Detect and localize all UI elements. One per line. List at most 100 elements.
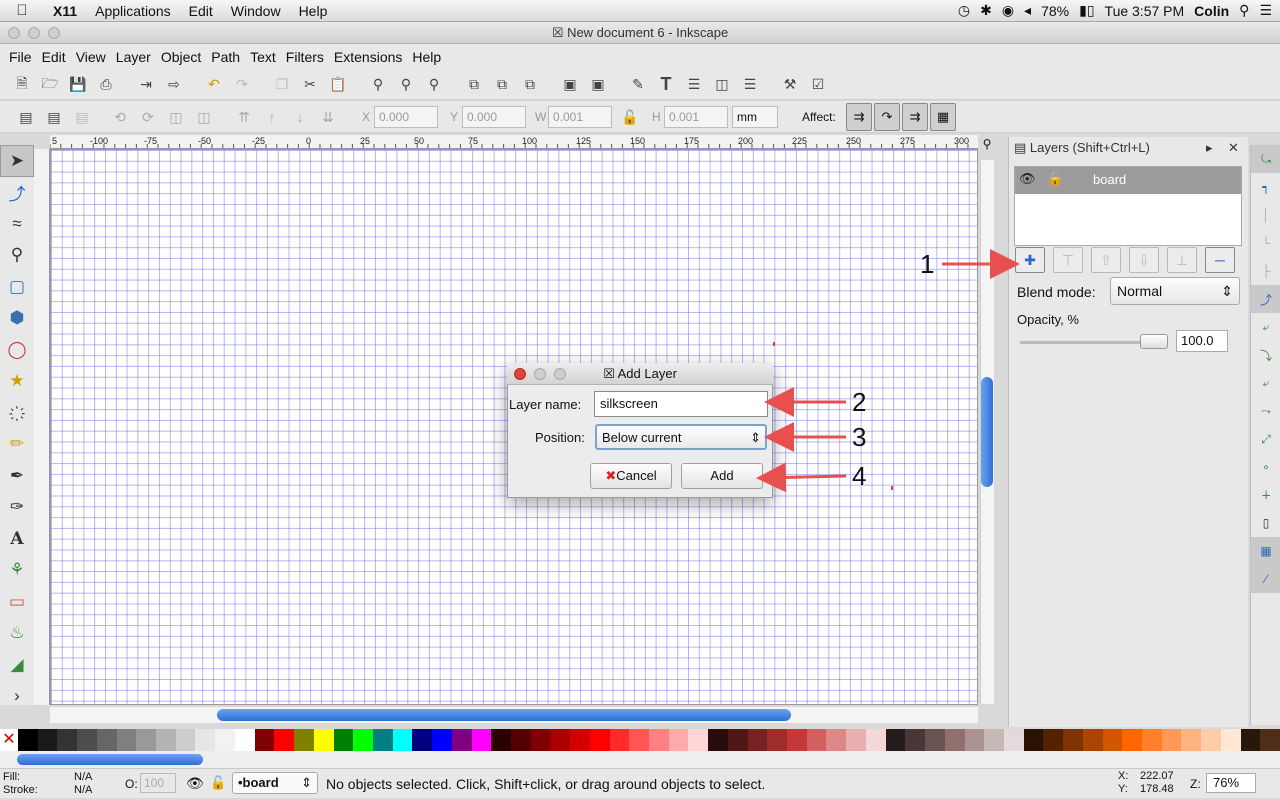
color-swatch[interactable] [905,729,926,751]
color-swatch[interactable] [984,729,1004,751]
x-field[interactable]: 0.000 [374,106,438,128]
save-icon[interactable]: 💾 [66,73,90,97]
notification-icon[interactable]: ☰ [1259,2,1272,19]
volume-icon[interactable]: ◂ [1024,2,1031,19]
snap-rotation-icon[interactable]: ∔ [1251,481,1280,509]
color-swatch[interactable] [116,729,137,751]
vertical-scroll-thumb[interactable] [981,377,993,487]
color-swatch[interactable] [18,729,38,751]
color-swatch[interactable] [649,729,669,751]
color-swatch[interactable] [787,729,807,751]
clock[interactable]: Tue 3:57 PM [1105,3,1185,19]
rotate-ccw-icon[interactable]: ⟲ [108,105,132,129]
3d-box-tool-icon[interactable]: ⬢ [0,303,34,335]
snap-paths-icon[interactable]: ⤶ [1251,313,1280,341]
zoom-corner-icon[interactable]: ⚲ [978,137,996,155]
text-tool-icon[interactable]: A [0,523,34,555]
color-swatch[interactable] [530,729,551,751]
zoom-field[interactable]: 76% [1206,773,1256,793]
color-swatch[interactable] [412,729,433,751]
ungroup-icon[interactable]: ▣ [586,73,610,97]
menu-view[interactable]: View [71,49,111,65]
apple-icon[interactable]:  [0,2,44,19]
color-swatch[interactable] [1260,729,1280,751]
color-swatch[interactable] [1240,729,1261,751]
affect-patterns-toggle[interactable]: ▦ [930,103,956,131]
lock-icon[interactable]: 🔓 [210,775,226,791]
affect-stroke-toggle[interactable]: ⇉ [846,103,872,131]
color-swatch[interactable] [1003,729,1024,751]
stroke-value[interactable]: N/A [74,784,92,796]
dialog-minimize-button[interactable] [534,368,546,380]
snap-grid-icon[interactable]: ▦ [1251,537,1280,565]
raise-icon[interactable]: ↑ [260,105,284,129]
affect-corners-toggle[interactable]: ↷ [874,103,900,131]
duplicate-icon[interactable]: ⧉ [462,73,486,97]
bucket-tool-icon[interactable]: ♨ [0,618,34,650]
color-swatch[interactable] [1102,729,1123,751]
add-button[interactable]: Add [681,463,763,489]
open-icon[interactable]: 🗁 [38,73,62,97]
color-swatch[interactable] [333,729,354,751]
color-swatch[interactable] [254,729,275,751]
color-swatch[interactable] [944,729,965,751]
color-swatch[interactable] [432,729,452,751]
color-swatch[interactable] [156,729,176,751]
opacity-field[interactable]: 100.0 [1176,330,1228,352]
palette-scroll-thumb[interactable] [17,754,203,765]
bluetooth-icon[interactable]: ✱ [980,2,992,19]
snap-guides-icon[interactable]: ⁄ [1251,565,1280,593]
menu-filters[interactable]: Filters [281,49,329,65]
star-tool-icon[interactable]: ★ [0,366,34,398]
fill-stroke-icon[interactable]: ✎ [626,73,650,97]
color-swatch[interactable] [885,729,906,751]
menu-file[interactable]: File [4,49,37,65]
color-swatch[interactable] [767,729,788,751]
fill-value[interactable]: N/A [74,771,92,783]
ellipse-tool-icon[interactable]: ◯ [0,334,34,366]
color-swatch[interactable] [510,729,531,751]
minimize-window-button[interactable] [28,27,40,39]
document-properties-icon[interactable]: ☑ [806,73,830,97]
redo-icon[interactable]: ↷ [230,73,254,97]
color-swatch[interactable] [1220,729,1241,751]
color-swatch[interactable] [629,729,649,751]
color-swatch[interactable] [372,729,393,751]
color-swatch[interactable] [57,729,78,751]
zoom-tool-icon[interactable]: ⚲ [0,240,34,272]
lower-layer-button[interactable]: ⇩ [1129,247,1159,273]
lock-ratio-icon[interactable]: 🔓 [618,105,642,129]
zoom-drawing-icon[interactable]: ⚲ [394,73,418,97]
pencil-tool-icon[interactable]: ✏ [0,429,34,461]
flip-horizontal-icon[interactable]: ◫ [164,105,188,129]
lower-icon[interactable]: ↓ [288,105,312,129]
color-swatch[interactable] [668,729,689,751]
color-swatch[interactable] [964,729,985,751]
color-swatch[interactable] [589,729,610,751]
snap-page-icon[interactable]: ▯ [1251,509,1280,537]
affect-gradients-toggle[interactable]: ⇉ [902,103,928,131]
color-swatch[interactable] [215,729,235,751]
color-swatch[interactable] [234,729,255,751]
menu-object[interactable]: Object [156,49,206,65]
color-swatch[interactable] [570,729,590,751]
opacity-status-field[interactable]: 100 [140,773,176,793]
layers-icon[interactable]: ☰ [682,73,706,97]
color-swatch[interactable] [175,729,196,751]
spotlight-icon[interactable]: ⚲ [1239,2,1249,19]
menu-extensions[interactable]: Extensions [329,49,407,65]
snap-bbox-icon[interactable]: ┑ [1251,173,1280,201]
rectangle-tool-icon[interactable]: ▢ [0,271,34,303]
color-swatch[interactable] [1161,729,1182,751]
paste-icon[interactable]: 📋 [326,73,350,97]
blend-mode-select[interactable]: Normal ⇕ [1110,277,1240,305]
color-swatch[interactable] [708,729,728,751]
zoom-window-button[interactable] [48,27,60,39]
menu-help[interactable]: Help [290,3,337,19]
text-font-icon[interactable]: T [654,73,678,97]
group-icon[interactable]: ▣ [558,73,582,97]
close-window-button[interactable] [8,27,20,39]
raise-layer-button[interactable]: ⇧ [1091,247,1121,273]
calligraphy-tool-icon[interactable]: ✑ [0,492,34,524]
wifi-icon[interactable]: ◉ [1002,2,1014,19]
